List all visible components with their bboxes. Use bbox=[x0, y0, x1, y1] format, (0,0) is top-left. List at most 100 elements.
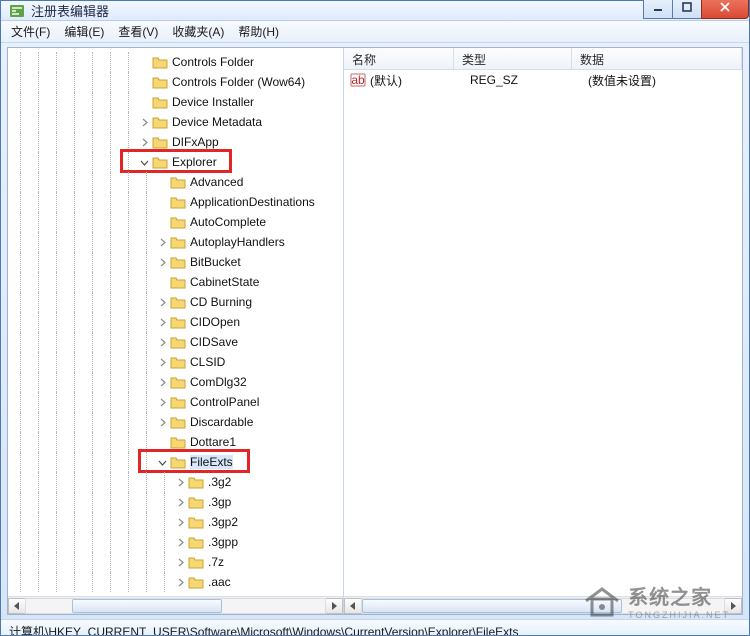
tree-item-label: CabinetState bbox=[190, 275, 259, 289]
tree-item[interactable]: .3gp bbox=[12, 492, 343, 512]
folder-icon bbox=[188, 535, 204, 549]
expand-icon[interactable] bbox=[174, 576, 186, 588]
tree-item-label: Discardable bbox=[190, 415, 253, 429]
status-path: 计算机\HKEY_CURRENT_USER\Software\Microsoft… bbox=[9, 625, 518, 635]
expand-icon[interactable] bbox=[156, 256, 168, 268]
expand-icon[interactable] bbox=[174, 516, 186, 528]
expand-icon[interactable] bbox=[156, 356, 168, 368]
menubar: 文件(F) 编辑(E) 查看(V) 收藏夹(A) 帮助(H) bbox=[1, 21, 749, 43]
tree-item-label: Controls Folder (Wow64) bbox=[172, 75, 305, 89]
tree-item[interactable]: Controls Folder (Wow64) bbox=[12, 72, 343, 92]
tree-hscrollbar[interactable] bbox=[8, 596, 343, 614]
col-type[interactable]: 类型 bbox=[454, 48, 572, 69]
expand-icon[interactable] bbox=[156, 416, 168, 428]
tree-item[interactable]: CabinetState bbox=[12, 272, 343, 292]
tree-item-label: Controls Folder bbox=[172, 55, 254, 69]
tree-item[interactable]: Explorer bbox=[12, 152, 343, 172]
scroll-right-button[interactable] bbox=[724, 598, 742, 614]
tree-item[interactable]: Discardable bbox=[12, 412, 343, 432]
tree-item[interactable]: Dottare1 bbox=[12, 432, 343, 452]
registry-tree[interactable]: Controls Folder Controls Folder (Wow64) De… bbox=[8, 48, 343, 596]
menu-favorites[interactable]: 收藏夹(A) bbox=[168, 21, 228, 42]
tree-item[interactable]: CIDSave bbox=[12, 332, 343, 352]
tree-item[interactable]: Controls Folder bbox=[12, 52, 343, 72]
close-button[interactable] bbox=[701, 0, 749, 19]
value-row[interactable]: ab(默认)REG_SZ(数值未设置) bbox=[344, 70, 742, 90]
col-name[interactable]: 名称 bbox=[344, 48, 454, 69]
scroll-left-button[interactable] bbox=[8, 598, 26, 614]
list-hscrollbar[interactable] bbox=[344, 596, 742, 614]
tree-item[interactable]: FileExts bbox=[12, 452, 343, 472]
folder-icon bbox=[188, 475, 204, 489]
expand-icon[interactable] bbox=[156, 336, 168, 348]
scroll-track[interactable] bbox=[361, 598, 725, 614]
folder-icon bbox=[152, 75, 168, 89]
tree-item-label: .3gpp bbox=[208, 535, 238, 549]
regedit-window: 注册表编辑器 文件(F) 编辑(E) 查看(V) 收藏夹(A) 帮助(H) Co… bbox=[0, 0, 750, 636]
scroll-thumb[interactable] bbox=[362, 599, 622, 613]
scroll-thumb[interactable] bbox=[72, 599, 222, 613]
folder-icon bbox=[170, 275, 186, 289]
expand-icon[interactable] bbox=[156, 316, 168, 328]
minimize-button[interactable] bbox=[643, 0, 673, 19]
tree-item[interactable]: Device Metadata bbox=[12, 112, 343, 132]
list-body[interactable]: ab(默认)REG_SZ(数值未设置) bbox=[344, 70, 742, 596]
toggle-spacer bbox=[156, 196, 168, 208]
scroll-right-button[interactable] bbox=[325, 598, 343, 614]
maximize-button[interactable] bbox=[672, 0, 702, 19]
expand-icon[interactable] bbox=[174, 556, 186, 568]
values-pane: 名称 类型 数据 ab(默认)REG_SZ(数值未设置) bbox=[344, 48, 742, 614]
tree-item[interactable]: ComDlg32 bbox=[12, 372, 343, 392]
expand-icon[interactable] bbox=[138, 136, 150, 148]
tree-item[interactable]: CLSID bbox=[12, 352, 343, 372]
menu-file[interactable]: 文件(F) bbox=[7, 21, 54, 42]
scroll-left-button[interactable] bbox=[344, 598, 362, 614]
expand-icon[interactable] bbox=[174, 476, 186, 488]
folder-icon bbox=[170, 175, 186, 189]
tree-item[interactable]: DIFxApp bbox=[12, 132, 343, 152]
folder-icon bbox=[152, 95, 168, 109]
tree-item[interactable]: .7z bbox=[12, 552, 343, 572]
tree-item-label: CIDOpen bbox=[190, 315, 240, 329]
col-data[interactable]: 数据 bbox=[572, 48, 742, 69]
folder-icon bbox=[170, 195, 186, 209]
tree-item[interactable]: CIDOpen bbox=[12, 312, 343, 332]
folder-icon bbox=[170, 255, 186, 269]
tree-item[interactable]: AutoplayHandlers bbox=[12, 232, 343, 252]
expand-icon[interactable] bbox=[156, 396, 168, 408]
titlebar[interactable]: 注册表编辑器 bbox=[1, 1, 749, 21]
tree-item[interactable]: BitBucket bbox=[12, 252, 343, 272]
expand-icon[interactable] bbox=[138, 116, 150, 128]
tree-item-label: .3gp bbox=[208, 495, 231, 509]
scroll-track[interactable] bbox=[25, 598, 326, 614]
menu-help[interactable]: 帮助(H) bbox=[234, 21, 283, 42]
tree-item-label: Dottare1 bbox=[190, 435, 236, 449]
value-name: (默认) bbox=[370, 72, 470, 89]
expand-icon[interactable] bbox=[156, 376, 168, 388]
svg-text:ab: ab bbox=[351, 73, 365, 87]
expand-icon[interactable] bbox=[174, 536, 186, 548]
tree-item-label: BitBucket bbox=[190, 255, 241, 269]
tree-item[interactable]: Device Installer bbox=[12, 92, 343, 112]
tree-item[interactable]: .aac bbox=[12, 572, 343, 592]
menu-view[interactable]: 查看(V) bbox=[114, 21, 162, 42]
value-data: (数值未设置) bbox=[588, 72, 742, 89]
toggle-spacer bbox=[156, 276, 168, 288]
tree-item[interactable]: ApplicationDestinations bbox=[12, 192, 343, 212]
folder-icon bbox=[170, 435, 186, 449]
expand-icon[interactable] bbox=[174, 496, 186, 508]
menu-edit[interactable]: 编辑(E) bbox=[60, 21, 108, 42]
tree-item[interactable]: AutoComplete bbox=[12, 212, 343, 232]
tree-item[interactable]: Advanced bbox=[12, 172, 343, 192]
collapse-icon[interactable] bbox=[156, 456, 168, 468]
collapse-icon[interactable] bbox=[138, 156, 150, 168]
folder-icon bbox=[170, 395, 186, 409]
tree-item[interactable]: .3gp2 bbox=[12, 512, 343, 532]
window-buttons bbox=[644, 0, 749, 19]
tree-item[interactable]: .3gpp bbox=[12, 532, 343, 552]
tree-item[interactable]: .3g2 bbox=[12, 472, 343, 492]
expand-icon[interactable] bbox=[156, 296, 168, 308]
tree-item[interactable]: CD Burning bbox=[12, 292, 343, 312]
tree-item[interactable]: ControlPanel bbox=[12, 392, 343, 412]
expand-icon[interactable] bbox=[156, 236, 168, 248]
